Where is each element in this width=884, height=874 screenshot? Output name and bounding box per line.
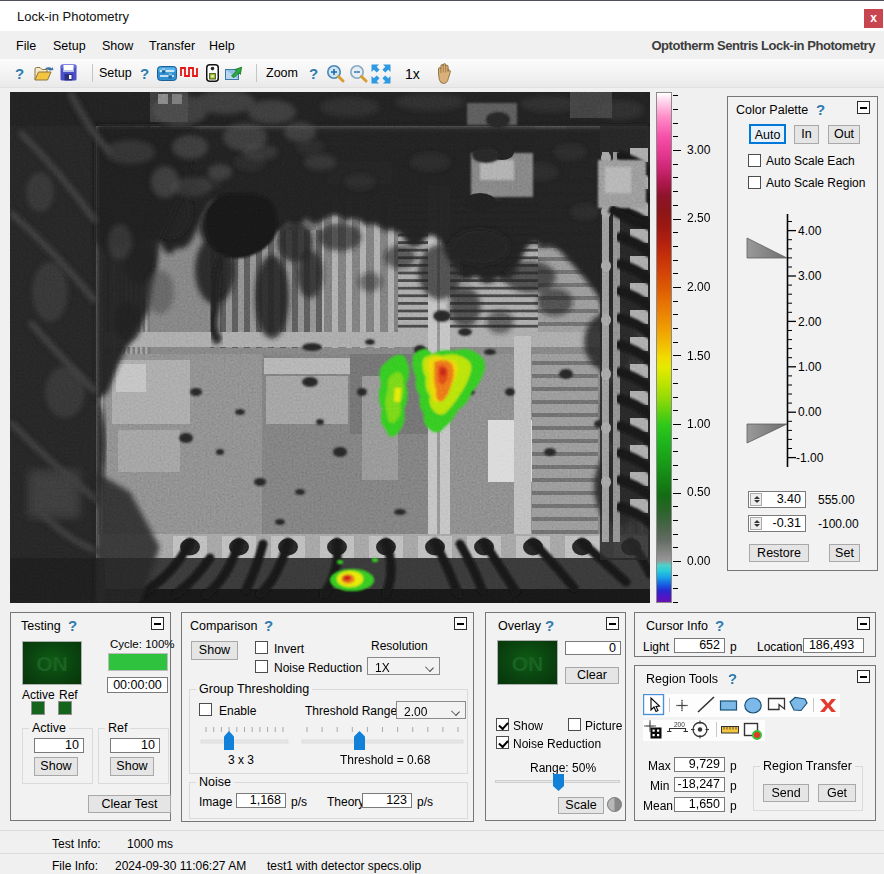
svg-text:200: 200	[674, 721, 685, 728]
